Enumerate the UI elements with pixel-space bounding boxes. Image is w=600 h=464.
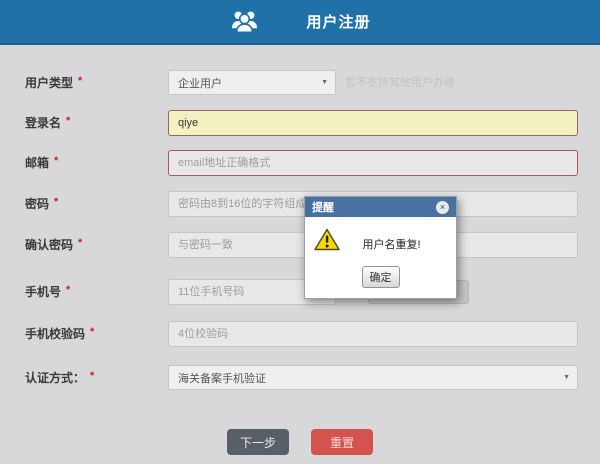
alert-dialog: 提醒 × 用户名重复! 确定 [304, 196, 457, 299]
chevron-down-icon: ▼ [321, 79, 328, 86]
email-input[interactable] [168, 150, 578, 176]
select-value: 海关备案手机验证 [178, 370, 266, 386]
form-row-login-name: 登录名 * [0, 110, 600, 136]
warning-triangle-icon [314, 228, 340, 251]
alert-dialog-body: 用户名重复! 确定 [305, 217, 456, 298]
phone-label: 手机号 * [25, 279, 70, 306]
auth-method-label: 认证方式： * [25, 365, 94, 392]
field-label-text: 手机号 [25, 285, 61, 299]
login-name-input[interactable] [168, 110, 578, 136]
select-value: 企业用户 [178, 75, 222, 91]
alert-message: 用户名重复! [335, 236, 448, 252]
user-type-label: 用户类型 * [25, 70, 82, 97]
field-label-text: 密码 [25, 197, 49, 211]
required-asterisk: * [78, 237, 82, 249]
form-row-email: 邮箱 * [0, 150, 600, 176]
users-icon [229, 9, 260, 34]
next-step-button[interactable]: 下一步 [227, 429, 289, 455]
field-label-text: 确认密码 [25, 238, 73, 252]
close-icon[interactable]: × [436, 201, 449, 214]
reset-button[interactable]: 重置 [311, 429, 373, 455]
auth-method-select[interactable]: 海关备案手机验证 ▼ [168, 365, 578, 390]
required-asterisk: * [90, 326, 94, 338]
password-label: 密码 * [25, 191, 58, 218]
form-row-user-type: 用户类型 * 企业用户 ▼ 暂不支持其他用户办理 [0, 70, 600, 96]
login-name-label: 登录名 * [25, 110, 70, 137]
required-asterisk: * [54, 155, 58, 167]
confirm-password-label: 确认密码 * [25, 232, 82, 259]
page-title: 用户注册 [306, 11, 370, 32]
form-row-confirm-password: 确认密码 * [0, 232, 600, 258]
field-label-text: 邮箱 [25, 156, 49, 170]
required-asterisk: * [78, 75, 82, 87]
required-asterisk: * [54, 196, 58, 208]
confirm-button[interactable]: 确定 [362, 266, 400, 288]
user-type-hint: 暂不支持其他用户办理 [345, 70, 455, 96]
field-label-text: 用户类型 [25, 76, 73, 90]
field-label-text: 登录名 [25, 116, 61, 130]
alert-dialog-actions: 确定 [313, 266, 448, 288]
page-header: 用户注册 [0, 0, 600, 45]
form-row-password: 密码 * [0, 191, 600, 217]
form-row-auth-method: 认证方式： * 海关备案手机验证 ▼ [0, 365, 600, 391]
email-label: 邮箱 * [25, 150, 58, 177]
required-asterisk: * [66, 284, 70, 296]
field-label-text: 认证方式： [25, 371, 85, 385]
alert-dialog-title: 提醒 [312, 199, 436, 215]
form-row-phone-code: 手机校验码 * [0, 321, 600, 347]
registration-page: 用户注册 用户类型 * 企业用户 ▼ 暂不支持其他用户办理 登录名 * 邮箱 * 密码… [0, 0, 600, 464]
field-label-text: 手机校验码 [25, 327, 85, 341]
user-type-select[interactable]: 企业用户 ▼ [168, 70, 336, 95]
required-asterisk: * [90, 370, 94, 382]
alert-dialog-header[interactable]: 提醒 × [305, 197, 456, 217]
chevron-down-icon: ▼ [563, 374, 570, 381]
phone-code-input[interactable] [168, 321, 578, 347]
form-row-phone: 手机号* 免费获取验证码 [0, 279, 600, 305]
phone-code-label: 手机校验码 * [25, 321, 94, 348]
required-asterisk: * [66, 115, 70, 127]
form-actions: 下一步 重置 [0, 429, 600, 455]
